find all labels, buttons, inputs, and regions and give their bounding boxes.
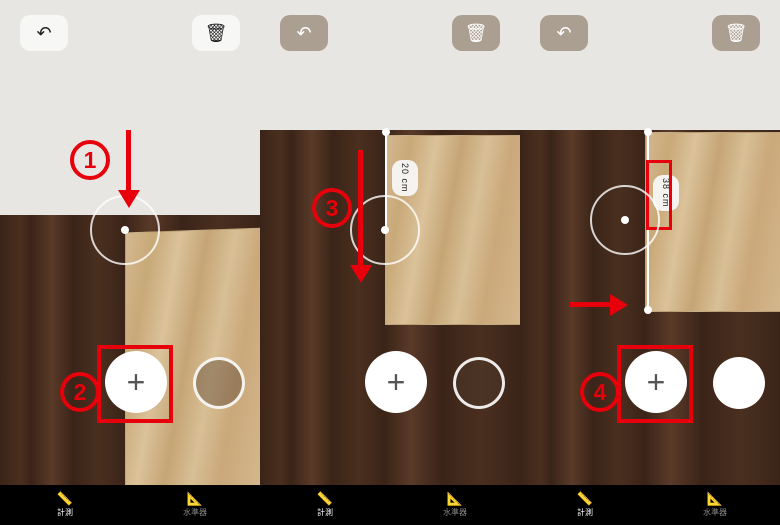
annotation-highlight-add	[97, 345, 173, 423]
bottom-nav: 📏 計測 📐 水準器	[0, 485, 260, 525]
annotation-step-2: 2	[60, 372, 100, 412]
bottom-nav: 📏 計測 📐 水準器	[520, 485, 780, 525]
level-icon: 📐	[187, 492, 203, 505]
camera-viewport: ↶ 🗑 20 cm + 3	[260, 0, 520, 485]
nav-level[interactable]: 📐 水準器	[130, 485, 260, 525]
camera-viewport: ↶ 🗑 38 cm + 4	[520, 0, 780, 485]
nav-measure[interactable]: 📏 計測	[0, 485, 130, 525]
undo-icon: ↶	[36, 23, 51, 44]
nav-level-label: 水準器	[183, 507, 207, 518]
shutter-button[interactable]	[713, 357, 765, 409]
add-point-button[interactable]: +	[365, 351, 427, 413]
screen-2: ↶ 🗑 20 cm + 3 📏 計測 📐 水準器	[260, 0, 520, 525]
top-toolbar: ↶ 🗑	[0, 15, 260, 51]
undo-icon: ↶	[556, 23, 571, 44]
top-toolbar: ↶ 🗑	[520, 15, 780, 51]
camera-viewport: ↶ 🗑 + 1 2	[0, 0, 260, 485]
undo-icon: ↶	[296, 23, 311, 44]
nav-level-label: 水準器	[703, 507, 727, 518]
screen-3: ↶ 🗑 38 cm + 4 📏 計測 📐 水準器	[520, 0, 780, 525]
top-toolbar: ↶ 🗑	[260, 15, 520, 51]
shutter-button[interactable]	[193, 357, 245, 409]
nav-level[interactable]: 📐 水準器	[650, 485, 780, 525]
undo-button[interactable]: ↶	[280, 15, 328, 51]
measurement-label[interactable]: 20 cm	[392, 160, 418, 196]
level-icon: 📐	[707, 492, 723, 505]
delete-button[interactable]: 🗑	[452, 15, 500, 51]
undo-button[interactable]: ↶	[540, 15, 588, 51]
screen-1: ↶ 🗑 + 1 2 📏 計測 📐 水準器	[0, 0, 260, 525]
measure-reticle	[590, 185, 660, 255]
nav-level[interactable]: 📐 水準器	[390, 485, 520, 525]
measurement-point-start	[382, 128, 390, 136]
trash-icon: 🗑	[205, 23, 228, 44]
nav-level-label: 水準器	[443, 507, 467, 518]
plus-icon: +	[387, 364, 406, 401]
level-icon: 📐	[447, 492, 463, 505]
ruler-icon: 📏	[577, 492, 593, 505]
trash-icon: 🗑	[465, 23, 488, 44]
delete-button[interactable]: 🗑	[192, 15, 240, 51]
undo-button[interactable]: ↶	[20, 15, 68, 51]
ruler-icon: 📏	[317, 492, 333, 505]
nav-measure[interactable]: 📏 計測	[520, 485, 650, 525]
measurement-point-end	[644, 306, 652, 314]
shutter-button[interactable]	[453, 357, 505, 409]
bottom-nav: 📏 計測 📐 水準器	[260, 485, 520, 525]
nav-measure[interactable]: 📏 計測	[260, 485, 390, 525]
annotation-step-1: 1	[70, 140, 110, 180]
annotation-step-3: 3	[312, 188, 352, 228]
delete-button[interactable]: 🗑	[712, 15, 760, 51]
annotation-highlight-add	[617, 345, 693, 423]
nav-measure-label: 計測	[317, 507, 333, 518]
trash-icon: 🗑	[725, 23, 748, 44]
measurement-point-start	[644, 128, 652, 136]
nav-measure-label: 計測	[577, 507, 593, 518]
annotation-step-4: 4	[580, 372, 620, 412]
nav-measure-label: 計測	[57, 507, 73, 518]
ruler-icon: 📏	[57, 492, 73, 505]
